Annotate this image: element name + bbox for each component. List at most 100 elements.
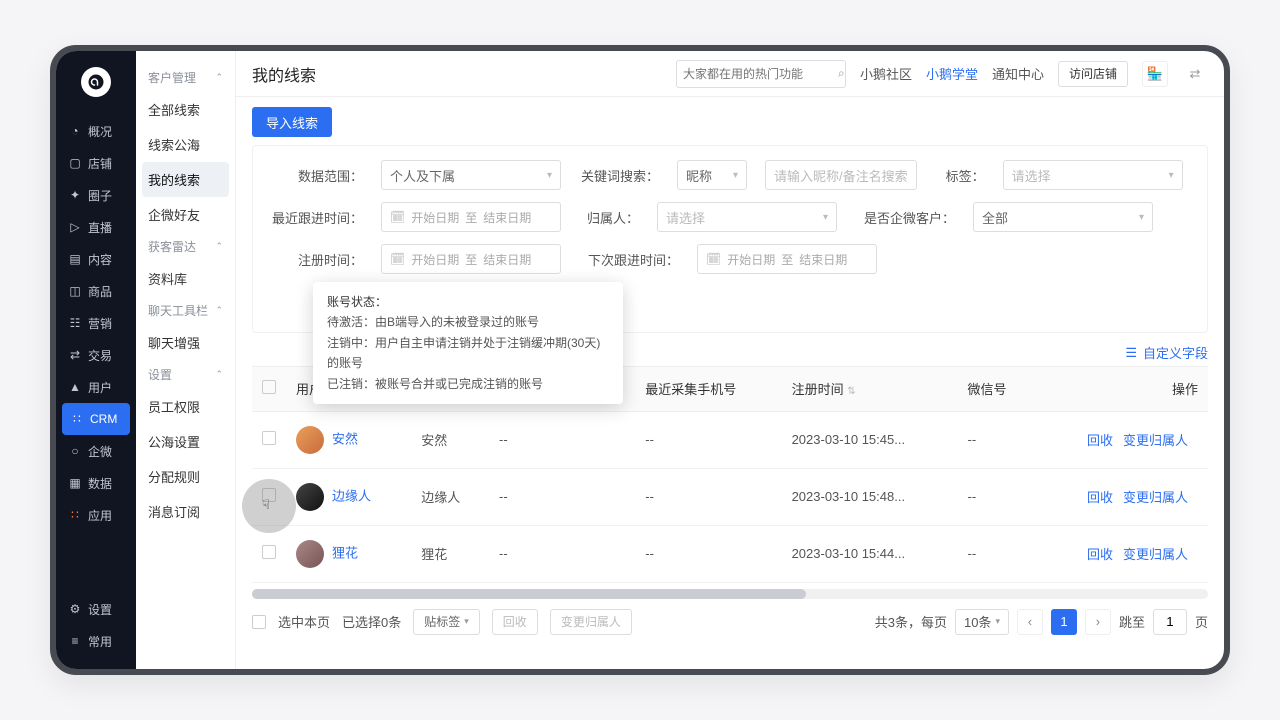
subnav-my-leads[interactable]: 我的线索 bbox=[142, 162, 229, 197]
follow-date-range[interactable]: 🗓开始日期至结束日期 bbox=[381, 202, 561, 232]
row-reassign-link[interactable]: 变更归属人 bbox=[1123, 490, 1188, 505]
page-1-button[interactable]: 1 bbox=[1051, 609, 1077, 635]
chevron-down-icon: ▾ bbox=[995, 616, 1000, 627]
chevron-up-icon: ⌃ bbox=[215, 72, 223, 83]
crm-icon: ∷ bbox=[70, 412, 84, 426]
row-checkbox[interactable] bbox=[262, 545, 276, 559]
swap-button[interactable]: ⇄ bbox=[1182, 61, 1208, 87]
horizontal-scrollbar[interactable] bbox=[252, 589, 1208, 599]
scope-select[interactable]: 个人及下属▾ bbox=[381, 160, 561, 190]
keyword-type-select[interactable]: 昵称▾ bbox=[677, 160, 747, 190]
shop-switch-button[interactable]: 🏪 bbox=[1142, 61, 1168, 87]
nav-live[interactable]: ▷直播 bbox=[56, 211, 136, 243]
row-checkbox[interactable] bbox=[262, 488, 276, 502]
nav-frequent[interactable]: ≡常用 bbox=[56, 625, 136, 657]
wecom-icon: ○ bbox=[68, 444, 82, 458]
table-footer: 选中本页 已选择0条 贴标签▾ 回收 变更归属人 共3条，每页 10条▾ ‹ 1… bbox=[252, 599, 1208, 635]
reg-label: 注册时间： bbox=[271, 250, 363, 269]
nav-shop[interactable]: ▢店铺 bbox=[56, 147, 136, 179]
user-link[interactable]: 安然 bbox=[332, 431, 358, 446]
custom-fields-button[interactable]: ☰自定义字段 bbox=[1125, 343, 1208, 362]
bulk-reassign-button[interactable]: 变更归属人 bbox=[550, 609, 632, 635]
subnav-group-settings[interactable]: 设置⌃ bbox=[136, 360, 235, 389]
nav-content[interactable]: ▤内容 bbox=[56, 243, 136, 275]
clock-icon: ◔ bbox=[68, 124, 82, 138]
chevron-down-icon: ▾ bbox=[547, 170, 552, 181]
jump-label: 跳至 bbox=[1119, 612, 1145, 631]
link-notice[interactable]: 通知中心 bbox=[992, 64, 1044, 83]
nav-trade[interactable]: ⇄交易 bbox=[56, 339, 136, 371]
next-date-range[interactable]: 🗓开始日期至结束日期 bbox=[697, 244, 877, 274]
subnav-public-settings[interactable]: 公海设置 bbox=[136, 424, 235, 459]
prev-page-button[interactable]: ‹ bbox=[1017, 609, 1043, 635]
row-recover-link[interactable]: 回收 bbox=[1087, 490, 1113, 505]
cell-phone2: -- bbox=[635, 411, 781, 468]
page-size-select[interactable]: 10条▾ bbox=[955, 609, 1009, 635]
wecom-select[interactable]: 全部▾ bbox=[973, 202, 1153, 232]
cell-phone2: -- bbox=[635, 525, 781, 582]
user-link[interactable]: 边缘人 bbox=[332, 488, 371, 503]
nav-goods[interactable]: ◫商品 bbox=[56, 275, 136, 307]
nav-user[interactable]: ▲用户 bbox=[56, 371, 136, 403]
scrollbar-thumb[interactable] bbox=[252, 589, 806, 599]
import-leads-button[interactable]: 导入线索 bbox=[252, 107, 332, 137]
subnav-all-leads[interactable]: 全部线索 bbox=[136, 92, 235, 127]
row-reassign-link[interactable]: 变更归属人 bbox=[1123, 433, 1188, 448]
cell-reg: 2023-03-10 15:44... bbox=[782, 525, 958, 582]
subnav-group-radar[interactable]: 获客雷达⌃ bbox=[136, 232, 235, 261]
user-link[interactable]: 狸花 bbox=[332, 545, 358, 560]
visit-shop-button[interactable]: 访问店铺 bbox=[1058, 61, 1128, 87]
sliders-icon: ☰ bbox=[1125, 345, 1137, 361]
jump-page-input[interactable] bbox=[1153, 609, 1187, 635]
subnav-group-chat[interactable]: 聊天工具栏⌃ bbox=[136, 296, 235, 325]
apps-icon: ∷ bbox=[68, 508, 82, 522]
tag-label: 标签： bbox=[935, 166, 985, 185]
link-community[interactable]: 小鹅社区 bbox=[860, 64, 912, 83]
link-school[interactable]: 小鹅学堂 bbox=[926, 64, 978, 83]
subnav-assign-rules[interactable]: 分配规则 bbox=[136, 459, 235, 494]
nav-apps[interactable]: ∷应用 bbox=[56, 499, 136, 531]
bulk-recover-button[interactable]: 回收 bbox=[492, 609, 538, 635]
keyword-input[interactable]: 请输入昵称/备注名搜索 bbox=[765, 160, 917, 190]
cell-phone1: -- bbox=[489, 525, 635, 582]
nav-data[interactable]: ▦数据 bbox=[56, 467, 136, 499]
global-search[interactable]: ⌕ bbox=[676, 60, 846, 88]
subnav-public-leads[interactable]: 线索公海 bbox=[136, 127, 235, 162]
subnav-msg-sub[interactable]: 消息订阅 bbox=[136, 494, 235, 529]
reg-date-range[interactable]: 🗓开始日期至结束日期 bbox=[381, 244, 561, 274]
chevron-down-icon: ▾ bbox=[1169, 170, 1174, 181]
col-reg[interactable]: 注册时间 ⇅ bbox=[782, 367, 958, 411]
nav-wecom[interactable]: ○企微 bbox=[56, 435, 136, 467]
cell-wx: -- bbox=[957, 525, 1035, 582]
nav-crm[interactable]: ∷CRM bbox=[62, 403, 130, 435]
subnav-group-customers[interactable]: 客户管理⌃ bbox=[136, 63, 235, 92]
nav-settings[interactable]: ⚙设置 bbox=[56, 593, 136, 625]
shop-icon: ▢ bbox=[68, 156, 82, 170]
chevron-down-icon: ▾ bbox=[823, 212, 828, 223]
row-reassign-link[interactable]: 变更归属人 bbox=[1123, 547, 1188, 562]
select-all-checkbox[interactable] bbox=[262, 380, 276, 394]
subnav-wecom-friends[interactable]: 企微好友 bbox=[136, 197, 235, 232]
col-phone2: 最近采集手机号 bbox=[635, 367, 781, 411]
owner-select[interactable]: 请选择▾ bbox=[657, 202, 837, 232]
nav-marketing[interactable]: ☷营销 bbox=[56, 307, 136, 339]
next-page-button[interactable]: › bbox=[1085, 609, 1111, 635]
row-recover-link[interactable]: 回收 bbox=[1087, 547, 1113, 562]
table-row: 狸花狸花----2023-03-10 15:44...--回收变更归属人 bbox=[252, 525, 1208, 582]
select-page-checkbox[interactable] bbox=[252, 615, 266, 629]
tag-select[interactable]: 请选择▾ bbox=[1003, 160, 1183, 190]
subnav-staff-perm[interactable]: 员工权限 bbox=[136, 389, 235, 424]
calendar-icon: 🗓 bbox=[390, 252, 405, 266]
subnav-chat-enhance[interactable]: 聊天增强 bbox=[136, 325, 235, 360]
search-input[interactable] bbox=[683, 67, 838, 81]
nav-circle[interactable]: ✦圈子 bbox=[56, 179, 136, 211]
row-recover-link[interactable]: 回收 bbox=[1087, 433, 1113, 448]
content-icon: ▤ bbox=[68, 252, 82, 266]
bulk-tag-button[interactable]: 贴标签▾ bbox=[413, 609, 480, 635]
cell-phone2: -- bbox=[635, 468, 781, 525]
chevron-down-icon: ▾ bbox=[464, 616, 469, 627]
subnav-library[interactable]: 资料库 bbox=[136, 261, 235, 296]
nav-overview[interactable]: ◔概况 bbox=[56, 115, 136, 147]
page-title: 我的线索 bbox=[252, 62, 316, 86]
row-checkbox[interactable] bbox=[262, 431, 276, 445]
